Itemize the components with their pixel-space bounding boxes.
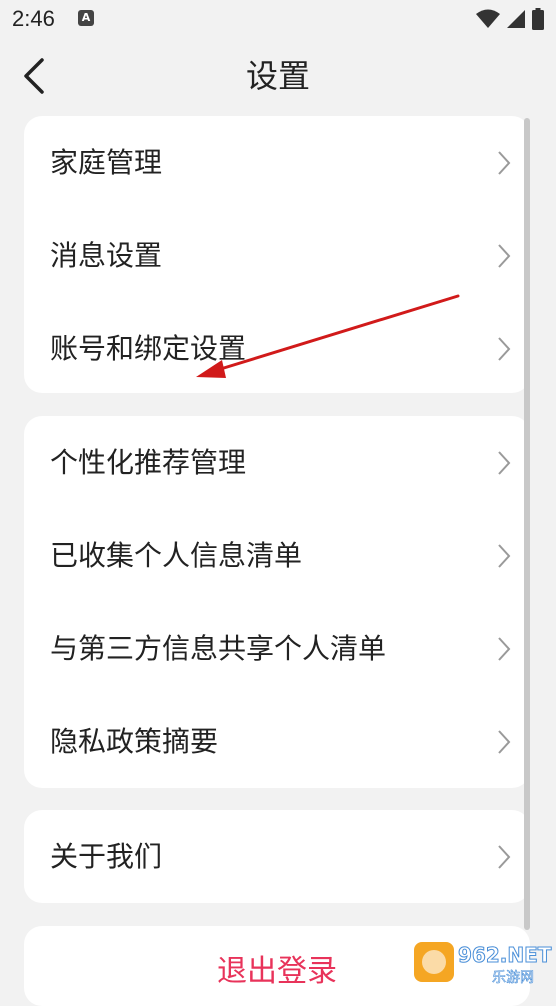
settings-item-message-settings[interactable]: 消息设置 [24,209,530,302]
settings-item-label: 已收集个人信息清单 [50,539,303,572]
notification-a-icon: A [78,10,94,26]
settings-item-label: 隐私政策摘要 [50,725,219,758]
status-bar: 2:46 A [0,0,556,40]
chevron-right-icon [498,845,511,869]
page-title: 设置 [245,57,310,95]
chevron-right-icon [498,730,511,754]
settings-item-label: 家庭管理 [50,146,163,179]
settings-item-third-party-sharing-list[interactable]: 与第三方信息共享个人清单 [24,602,530,695]
settings-item-label: 账号和绑定设置 [50,332,247,365]
watermark-logo-icon: 962.NET 乐游网 [414,942,552,986]
chevron-right-icon [498,244,511,268]
settings-item-label: 关于我们 [50,840,163,873]
battery-icon [532,8,544,30]
settings-item-privacy-policy-summary[interactable]: 隐私政策摘要 [24,695,530,788]
chevron-right-icon [498,451,511,475]
settings-group-privacy: 个性化推荐管理 已收集个人信息清单 与第三方信息共享个人清单 隐私政策摘要 [24,416,530,788]
chevron-right-icon [498,637,511,661]
settings-item-about-us[interactable]: 关于我们 [24,810,530,903]
watermark-logo: 962.NET 乐游网 [412,938,552,986]
settings-item-family-management[interactable]: 家庭管理 [24,116,530,209]
status-icons [476,8,544,30]
scrollbar[interactable] [524,118,530,930]
status-time: 2:46 [12,6,55,31]
settings-group-account: 家庭管理 消息设置 账号和绑定设置 [24,116,530,393]
svg-text:962.NET: 962.NET [458,943,552,967]
settings-group-about: 关于我们 [24,810,530,903]
chevron-right-icon [498,337,511,361]
cellular-signal-icon [507,10,525,28]
wifi-icon [476,9,500,28]
settings-item-collected-info-list[interactable]: 已收集个人信息清单 [24,509,530,602]
chevron-right-icon [498,151,511,175]
settings-item-label: 个性化推荐管理 [50,446,247,479]
settings-item-label: 与第三方信息共享个人清单 [50,632,387,665]
svg-text:乐游网: 乐游网 [492,970,534,986]
chevron-right-icon [498,544,511,568]
settings-item-personalized-recommendation[interactable]: 个性化推荐管理 [24,416,530,509]
title-bar: 设置 [0,40,556,114]
settings-item-label: 消息设置 [50,239,163,272]
settings-item-account-binding[interactable]: 账号和绑定设置 [24,302,530,393]
